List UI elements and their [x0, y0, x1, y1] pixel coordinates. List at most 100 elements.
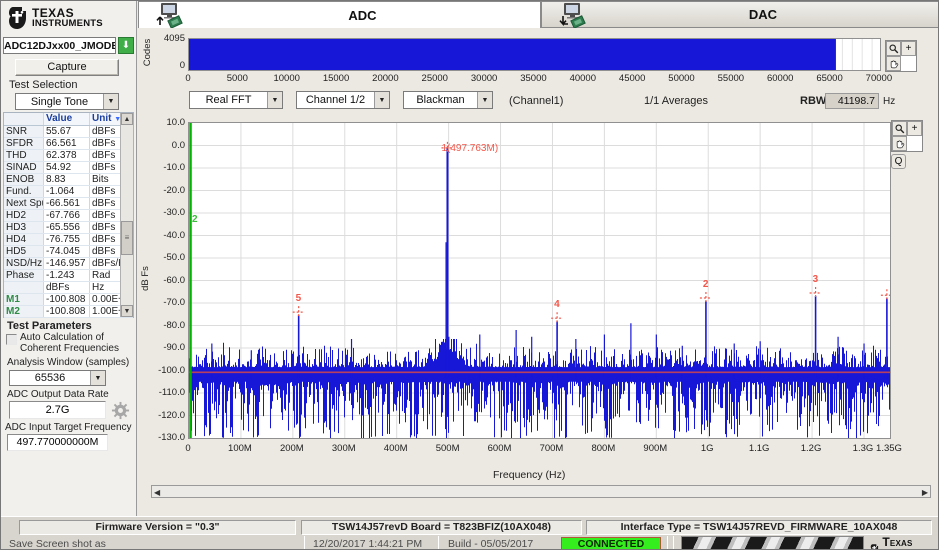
table-row[interactable]: THD 62.378 dBFs [4, 150, 133, 162]
table-row[interactable]: HD4 -76.755 dBFs [4, 234, 133, 246]
zoom-in-icon[interactable]: + [901, 41, 916, 56]
analysis-window-select[interactable]: 65536 ▼ [9, 370, 106, 386]
input-freq-label: ADC Input Target Frequency [5, 422, 132, 433]
tick-label: 60000 [766, 73, 794, 84]
table-row[interactable]: Fund. -1.064 dBFs [4, 186, 133, 198]
tick-label: 5000 [226, 73, 248, 84]
tab-dac[interactable]: DAC [541, 1, 938, 28]
table-row[interactable]: M2-100.8081.00E+6 [4, 306, 133, 318]
chevron-down-icon[interactable]: ▼ [477, 92, 492, 108]
pan-hand-icon[interactable] [886, 56, 901, 71]
scroll-left-icon[interactable]: ◀ [154, 488, 160, 497]
row-value: 55.67 [44, 126, 90, 137]
cursor-q-icon[interactable]: Q [891, 154, 906, 169]
chevron-down-icon[interactable]: ▼ [267, 92, 282, 108]
scroll-right-icon[interactable]: ▶ [922, 488, 928, 497]
zoom-cursor-icon[interactable] [892, 121, 907, 136]
row-unit: dBFs [92, 210, 116, 221]
table-row[interactable]: Next Spur-66.561dBFs [4, 198, 133, 210]
fft-h-scrollbar[interactable]: ◀ ▶ [151, 485, 931, 498]
chevron-down-icon[interactable]: ▼ [103, 94, 118, 109]
capture-button[interactable]: Capture [15, 59, 119, 76]
tick-label: 65000 [816, 73, 843, 84]
table-row[interactable]: HD3 -65.556 dBFs [4, 222, 133, 234]
table-row[interactable]: ENOB 8.83 Bits [4, 174, 133, 186]
test-parameters-title: Test Parameters [7, 320, 92, 332]
tick-label: 40000 [569, 73, 597, 84]
device-download-button[interactable]: ⬇ [118, 37, 134, 54]
row-unit: dBFs [92, 138, 116, 149]
fft-plot[interactable]: 5 4 2 3 1(497.763M) 2 [188, 122, 893, 439]
channel-select[interactable]: Channel 1/2 ▼ [296, 91, 390, 109]
row-unit: dBFs [92, 126, 116, 137]
dac-tab-icon [559, 2, 586, 28]
table-row[interactable]: Phase -1.243 Rad [4, 270, 133, 282]
auto-calc-label: Auto Calculation of Coherent Frequencies [20, 332, 119, 354]
fft-type-select[interactable]: Real FFT ▼ [189, 91, 283, 109]
table-row[interactable]: NSD/Hz-146.957dBFs/Hz [4, 258, 133, 270]
rbw-field[interactable]: 41198.7 [825, 93, 879, 109]
tick-label: 0.0 [171, 139, 185, 151]
row-value: 8.83 [44, 174, 90, 185]
tick-label: 20000 [372, 73, 399, 84]
table-row[interactable]: HD5 -74.045 dBFs [4, 246, 133, 258]
table-row[interactable]: SFDR 66.561 dBFs [4, 138, 133, 150]
tick-label: 600M [487, 443, 512, 454]
tick-label: 1G [700, 443, 714, 454]
row-value: -100.808 [44, 294, 90, 305]
analysis-window-label: Analysis Window (samples) [7, 357, 130, 368]
tab-adc[interactable]: ADC [138, 1, 541, 28]
time-domain-plot[interactable] [188, 38, 881, 71]
tab-adc-label: ADC [348, 7, 377, 23]
results-table-scrollbar[interactable]: ▲ ≡ ▼ [120, 113, 133, 317]
chevron-down-icon[interactable]: ▼ [374, 92, 389, 108]
table-row[interactable]: SNR 55.67 dBFs [4, 126, 133, 138]
ti-logo-bottom: Texas Instruments [869, 535, 938, 549]
row-value: -146.957 [44, 258, 90, 269]
table-row[interactable]: dBFs Hz [4, 282, 133, 294]
row-value: -67.766 [44, 210, 90, 221]
zoom-in-icon[interactable]: + [907, 121, 922, 136]
zoom-cursor-icon[interactable] [886, 41, 901, 56]
auto-calc-checkbox[interactable] [6, 334, 17, 345]
row-name: SNR [4, 126, 44, 137]
input-freq-field[interactable]: 497.770000000M [7, 434, 108, 451]
averages-label: 1/1 Averages [644, 95, 709, 107]
test-type-select[interactable]: Single Tone ▼ [15, 93, 119, 110]
row-name: M2 [4, 306, 44, 317]
scroll-down-icon[interactable]: ▼ [121, 305, 133, 317]
brand-line1: TEXAS [32, 5, 75, 20]
chevron-down-icon[interactable]: ▼ [90, 371, 105, 385]
tick-label: 35000 [520, 73, 547, 84]
row-value: 66.561 [44, 138, 90, 149]
tick-label: -110.0 [158, 387, 185, 398]
tick-label: 1.35G [876, 443, 902, 454]
table-row[interactable]: M1-100.8080.00E+0 [4, 294, 133, 306]
tick-label: -60.0 [163, 274, 185, 286]
device-select[interactable]: ADC12DJxx00_JMODE [3, 37, 116, 54]
window-fn-select[interactable]: Blackman ▼ [403, 91, 493, 109]
progress-stripe-bar [681, 536, 864, 549]
pan-hand-icon[interactable] [892, 136, 907, 151]
analysis-window-value: 65536 [34, 372, 66, 384]
save-screenshot-hint[interactable]: Save Screen shot as [9, 538, 106, 549]
tick-label: 50000 [668, 73, 695, 84]
scroll-up-icon[interactable]: ▲ [121, 113, 133, 125]
data-rate-field[interactable]: 2.7G [9, 401, 106, 419]
col-header-unit[interactable]: Unit ▼ [90, 113, 120, 125]
tick-label: -70.0 [163, 297, 185, 308]
table-row[interactable]: HD2 -67.766 dBFs [4, 210, 133, 222]
row-value: 54.92 [44, 162, 90, 173]
row-unit: Hz [92, 282, 105, 293]
table-row[interactable]: SINAD 54.92 dBFs [4, 162, 133, 174]
row-name: Fund. [4, 186, 44, 197]
row-name: NSD/Hz [4, 258, 44, 269]
scrollbar-thumb[interactable]: ≡ [121, 221, 133, 255]
row-name: HD2 [4, 210, 44, 221]
adc-tab-icon [156, 3, 183, 28]
gear-icon[interactable] [111, 401, 130, 420]
row-value: -65.556 [44, 222, 90, 233]
tick-label: 0 [185, 443, 191, 454]
col-header-value[interactable]: Value [44, 113, 90, 125]
tick-label: 30000 [470, 73, 498, 84]
